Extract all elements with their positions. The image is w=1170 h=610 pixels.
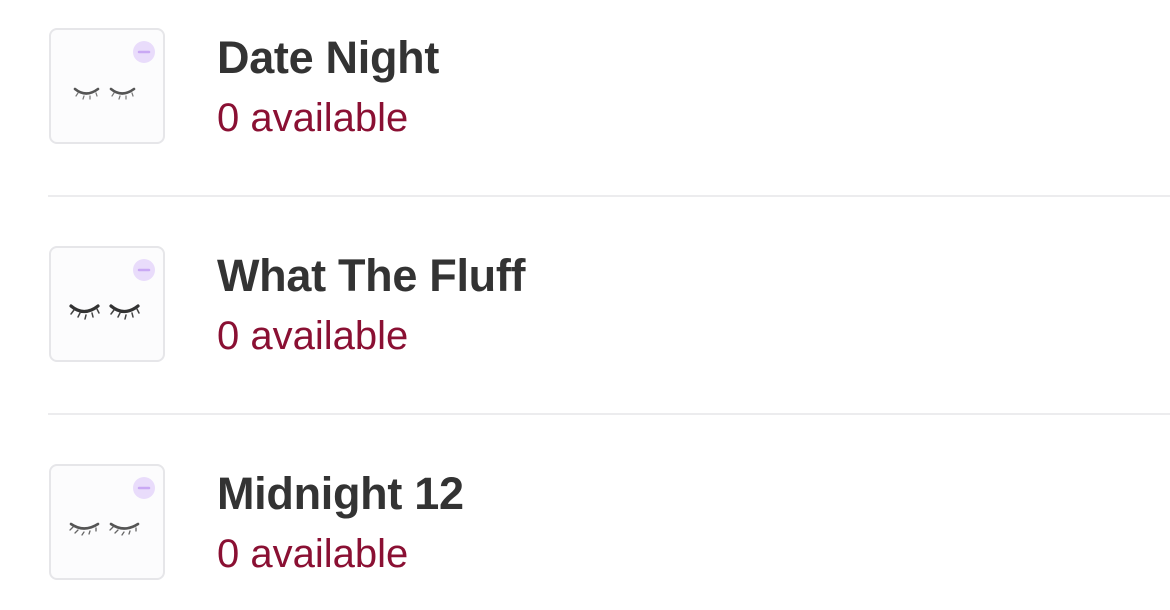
closed-eyes-lashes-icon [69, 477, 155, 536]
list-item[interactable]: What The Fluff 0 available [48, 246, 1170, 366]
availability-text: 0 available [217, 314, 409, 358]
product-thumbnail [49, 246, 165, 362]
product-title: Midnight 12 [217, 468, 464, 519]
product-list: Date Night 0 available What The Fluff 0 … [0, 0, 1170, 610]
availability-text: 0 available [217, 96, 409, 140]
closed-eyes-lashes-icon [69, 259, 155, 320]
product-thumbnail [49, 28, 165, 144]
closed-eyes-lashes-icon [73, 41, 155, 100]
product-title: What The Fluff [217, 250, 526, 301]
list-item[interactable]: Midnight 12 0 available [48, 464, 1170, 584]
availability-text: 0 available [217, 532, 409, 576]
divider [48, 195, 1170, 197]
product-title: Date Night [217, 32, 440, 83]
divider [48, 413, 1170, 415]
list-item[interactable]: Date Night 0 available [48, 28, 1170, 148]
product-thumbnail [49, 464, 165, 580]
